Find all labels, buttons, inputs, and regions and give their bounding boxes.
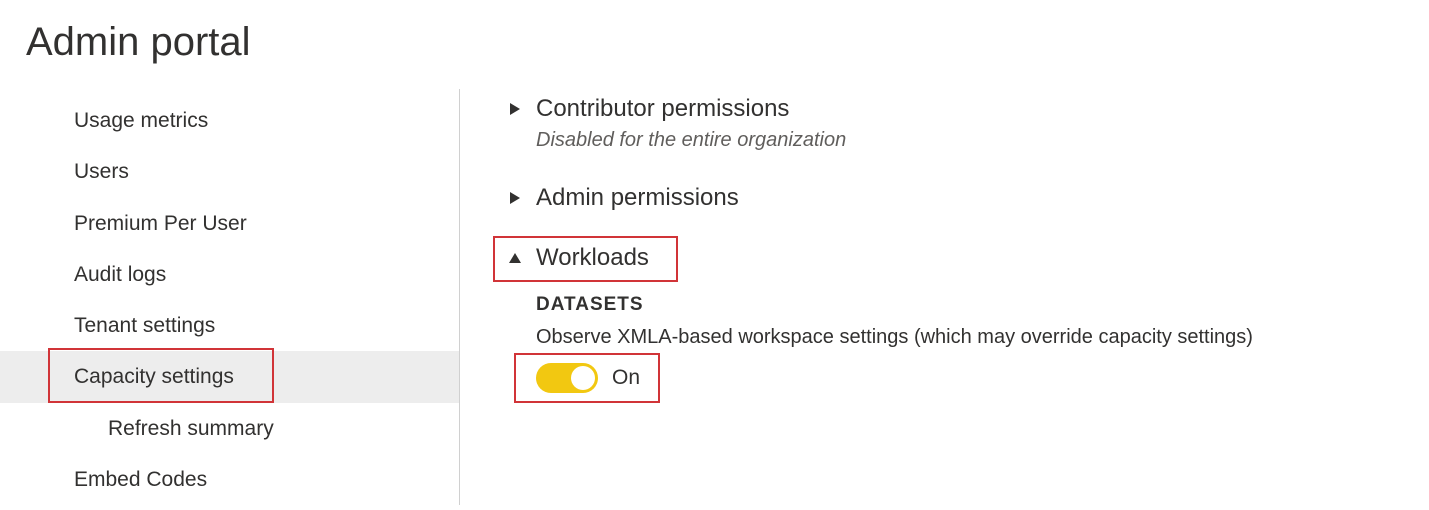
section-subtext: Disabled for the entire organization <box>536 129 1409 152</box>
section-header-admin-permissions[interactable]: Admin permissions <box>506 184 1409 212</box>
section-title: Workloads <box>536 244 649 272</box>
section-contributor-permissions: Contributor permissions Disabled for the… <box>506 95 1409 152</box>
sidebar-item-users[interactable]: Users <box>0 146 459 197</box>
sidebar: Usage metrics Users Premium Per User Aud… <box>0 89 460 505</box>
toggle-row: On <box>536 363 1409 393</box>
sidebar-item-premium-per-user[interactable]: Premium Per User <box>0 198 459 249</box>
chevron-right-icon <box>506 189 524 207</box>
toggle-knob <box>571 366 595 390</box>
page-title: Admin portal <box>0 0 1429 89</box>
sidebar-item-capacity-settings[interactable]: Capacity settings <box>0 351 459 402</box>
toggle-state-label: On <box>612 366 640 390</box>
chevron-right-icon <box>506 100 524 118</box>
sidebar-item-audit-logs[interactable]: Audit logs <box>0 249 459 300</box>
chevron-up-icon <box>506 249 524 267</box>
section-title: Contributor permissions <box>536 95 789 123</box>
section-header-workloads[interactable]: Workloads <box>506 244 1409 272</box>
workloads-content: DATASETS Observe XMLA-based workspace se… <box>536 294 1409 393</box>
subsection-label-datasets: DATASETS <box>536 294 1409 316</box>
section-workloads: Workloads DATASETS Observe XMLA-based wo… <box>506 244 1409 393</box>
sidebar-item-usage-metrics[interactable]: Usage metrics <box>0 95 459 146</box>
toggle-xmla-workspace-settings[interactable] <box>536 363 598 393</box>
sidebar-item-tenant-settings[interactable]: Tenant settings <box>0 300 459 351</box>
section-header-contributor-permissions[interactable]: Contributor permissions <box>506 95 1409 123</box>
section-title: Admin permissions <box>536 184 739 212</box>
sidebar-item-embed-codes[interactable]: Embed Codes <box>0 454 459 505</box>
sidebar-subitem-refresh-summary[interactable]: Refresh summary <box>0 403 459 454</box>
section-admin-permissions: Admin permissions <box>506 184 1409 212</box>
setting-description: Observe XMLA-based workspace settings (w… <box>536 326 1409 349</box>
main-panel: Contributor permissions Disabled for the… <box>460 89 1429 505</box>
